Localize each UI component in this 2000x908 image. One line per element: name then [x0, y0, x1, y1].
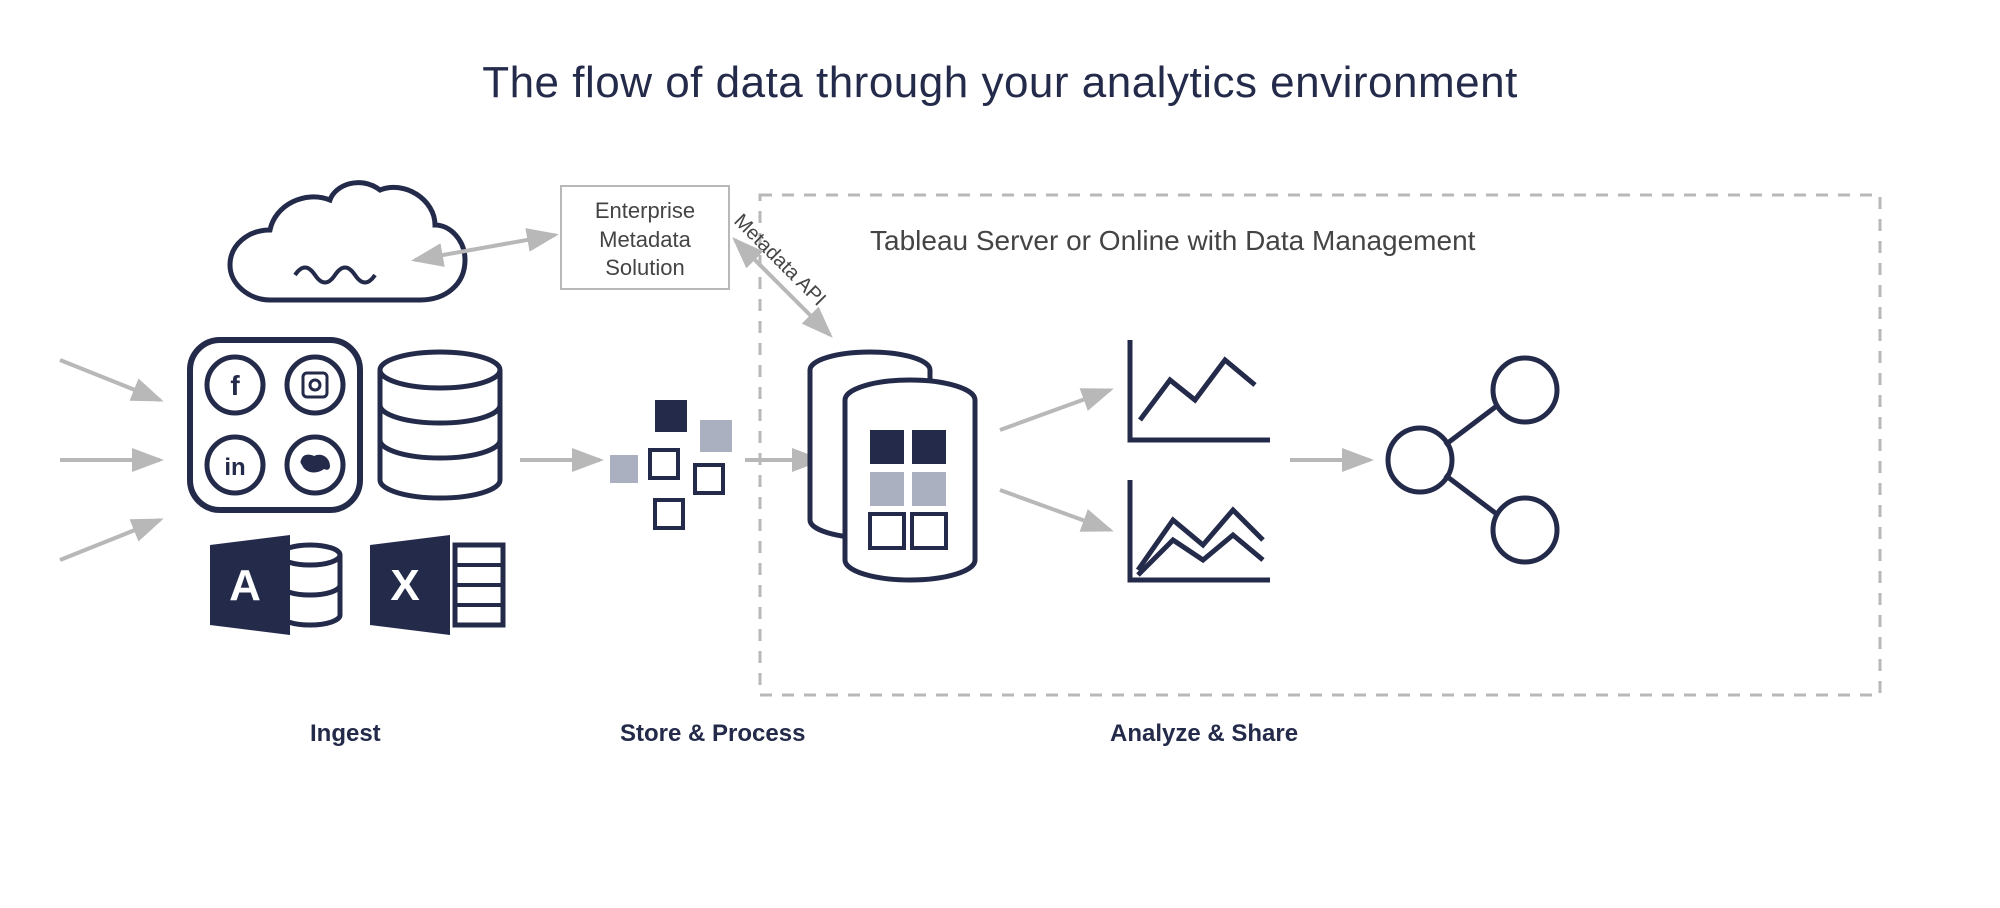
area-chart-icon — [1130, 480, 1270, 580]
arrow-incoming-3 — [60, 520, 160, 560]
social-icons-group: f in — [190, 340, 360, 510]
stage-analyze-label: Analyze & Share — [1110, 720, 1298, 748]
arrow-incoming-1 — [60, 360, 160, 400]
metadata-line1: Enterprise — [562, 197, 728, 226]
arrow-server-chart1 — [1000, 390, 1110, 430]
svg-text:A: A — [229, 561, 261, 610]
share-icon — [1388, 358, 1557, 562]
metadata-line3: Solution — [562, 254, 728, 283]
arrow-server-chart2 — [1000, 490, 1110, 530]
svg-text:f: f — [230, 370, 240, 401]
excel-icon: X — [370, 535, 503, 635]
stage-store-label: Store & Process — [620, 720, 805, 748]
server-panel-title: Tableau Server or Online with Data Manag… — [870, 225, 1475, 257]
svg-text:X: X — [390, 561, 419, 610]
instagram-icon — [287, 357, 343, 413]
metadata-line2: Metadata — [562, 226, 728, 255]
tableau-server-icon — [810, 352, 975, 580]
tableau-prep-icon — [610, 400, 732, 528]
cloud-icon — [230, 183, 465, 300]
arrow-cloud-metadata — [415, 235, 555, 260]
svg-text:in: in — [224, 454, 245, 481]
line-chart-icon — [1130, 340, 1270, 440]
database-icon — [380, 352, 500, 498]
access-icon: A — [210, 535, 340, 635]
stage-ingest-label: Ingest — [310, 720, 381, 748]
metadata-solution-box: Enterprise Metadata Solution — [560, 185, 730, 290]
diagram-canvas: f in A X — [0, 0, 2000, 908]
